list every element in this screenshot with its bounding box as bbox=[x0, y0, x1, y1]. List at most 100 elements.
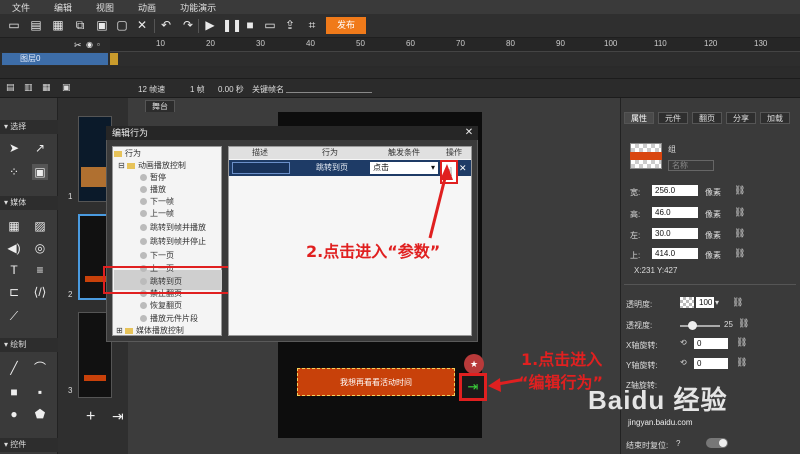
grid-icon[interactable]: ▦ bbox=[6, 218, 22, 234]
tab-share[interactable]: 分享 bbox=[726, 112, 756, 124]
publish-button[interactable]: 发布 bbox=[326, 17, 366, 34]
tree-item[interactable]: 跳转到帧并播放 bbox=[140, 222, 206, 233]
link-icon[interactable]: ⛓ bbox=[734, 185, 745, 196]
undo-icon[interactable]: ↶ bbox=[158, 17, 174, 33]
eye-icon[interactable]: ◉ bbox=[86, 40, 93, 49]
link-icon[interactable]: ⛓ bbox=[732, 297, 743, 308]
group-tool-icon[interactable]: ▣ bbox=[32, 164, 48, 180]
curve-tool-icon[interactable]: ⌒ bbox=[32, 360, 48, 376]
tree-folder-animation[interactable]: ⊟ 动画播放控制 bbox=[118, 160, 186, 171]
yrot-field[interactable]: 0 bbox=[694, 358, 728, 369]
menu-animation[interactable]: 动画 bbox=[138, 1, 156, 14]
blur-slider-knob[interactable] bbox=[688, 321, 697, 330]
menu-demo[interactable]: 功能演示 bbox=[180, 1, 216, 14]
code-icon[interactable]: ⟨/⟩ bbox=[32, 284, 48, 300]
stop-icon[interactable]: ■ bbox=[242, 17, 258, 33]
reset-toggle[interactable] bbox=[706, 438, 728, 448]
menu-file[interactable]: 文件 bbox=[12, 1, 30, 14]
menu-edit[interactable]: 编辑 bbox=[54, 1, 72, 14]
dropdown-icon[interactable]: ▾ bbox=[715, 298, 719, 307]
sound-icon[interactable]: ◀) bbox=[6, 240, 22, 256]
layer-name[interactable]: 图层0 bbox=[2, 53, 108, 65]
scissors-icon[interactable]: ✂ bbox=[74, 40, 82, 51]
chart-icon[interactable]: ⟋ bbox=[6, 308, 22, 324]
board-icon[interactable]: ⊏ bbox=[6, 284, 22, 300]
left-field[interactable]: 30.0 bbox=[652, 228, 698, 239]
menu-view[interactable]: 视图 bbox=[96, 1, 114, 14]
new-file-icon[interactable]: ▭ bbox=[6, 17, 22, 33]
tab-load[interactable]: 加载 bbox=[760, 112, 790, 124]
frame-icon[interactable]: ▣ bbox=[62, 82, 71, 93]
pen-tool-icon[interactable]: ↗ bbox=[32, 140, 48, 156]
delete-icon[interactable]: ✕ bbox=[134, 17, 150, 33]
tree-item[interactable]: 上一帧 bbox=[140, 208, 174, 219]
save-icon[interactable]: ▦ bbox=[50, 17, 66, 33]
redo-icon[interactable]: ↷ bbox=[180, 17, 196, 33]
section-media[interactable]: ▾ 媒体 bbox=[0, 196, 58, 210]
width-field[interactable]: 256.0 bbox=[652, 185, 698, 196]
arrow-tool-icon[interactable]: ➤ bbox=[6, 140, 22, 156]
clipboard-icon[interactable]: ▢ bbox=[114, 17, 130, 33]
link-icon[interactable]: ⛓ bbox=[734, 207, 745, 218]
tree-item[interactable]: 播放元件片段 bbox=[140, 313, 198, 324]
open-icon[interactable]: ▤ bbox=[28, 17, 44, 33]
copy-icon[interactable]: ⧉ bbox=[72, 17, 88, 33]
import-page-icon[interactable]: ⇥ bbox=[112, 408, 124, 425]
paragraph-icon[interactable]: ≡ bbox=[32, 262, 48, 278]
line-tool-icon[interactable]: ╱ bbox=[6, 360, 22, 376]
height-field[interactable]: 46.0 bbox=[652, 207, 698, 218]
section-control[interactable]: ▾ 控件 bbox=[0, 438, 58, 452]
tree-item[interactable]: 跳转到帧并停止 bbox=[140, 236, 206, 247]
delete-row-icon[interactable]: ✕ bbox=[459, 162, 469, 174]
lock-icon[interactable]: ▫ bbox=[97, 40, 100, 49]
pause-icon[interactable]: ❚❚ bbox=[222, 17, 242, 33]
film-icon[interactable]: ◎ bbox=[32, 240, 48, 256]
delete-layer-icon[interactable]: ▦ bbox=[42, 82, 51, 93]
link-icon[interactable]: ⛓ bbox=[736, 337, 747, 348]
preview-icon[interactable]: ▭ bbox=[262, 17, 278, 33]
paste-icon[interactable]: ▣ bbox=[94, 17, 110, 33]
description-input[interactable] bbox=[232, 162, 290, 174]
link-icon[interactable]: ⛓ bbox=[734, 228, 745, 239]
grid-tool-icon[interactable]: ⁘ bbox=[6, 164, 22, 180]
close-icon[interactable]: ✕ bbox=[462, 126, 476, 140]
tree-folder-media[interactable]: ⊞ 媒体播放控制 bbox=[116, 325, 184, 336]
rounded-rect-icon[interactable]: ▪ bbox=[32, 384, 48, 400]
tree-item[interactable]: 暂停 bbox=[140, 172, 166, 183]
blur-slider[interactable] bbox=[680, 325, 720, 327]
tree-item[interactable]: 下一帧 bbox=[140, 196, 174, 207]
tab-properties[interactable]: 属性 bbox=[624, 112, 654, 124]
stage-tab[interactable]: 舞台 bbox=[145, 100, 175, 112]
image-icon[interactable]: ▨ bbox=[32, 218, 48, 234]
keyframe-block[interactable] bbox=[110, 53, 118, 65]
circle-tool-icon[interactable]: ● bbox=[6, 406, 22, 422]
add-page-icon[interactable]: + bbox=[86, 408, 95, 426]
play-icon[interactable]: ▶ bbox=[202, 17, 218, 33]
params-button-hand-icon[interactable]: ☝ bbox=[440, 160, 458, 184]
rect-tool-icon[interactable]: ■ bbox=[6, 384, 22, 400]
edit-behavior-icon[interactable]: ⇥ bbox=[459, 373, 487, 401]
help-icon[interactable]: ? bbox=[676, 439, 680, 448]
link-icon[interactable]: ⛓ bbox=[738, 318, 749, 329]
link-icon[interactable]: ⛓ bbox=[734, 248, 745, 259]
trigger-select[interactable]: 点击 ▾ bbox=[370, 162, 438, 174]
tree-item[interactable]: 播放 bbox=[140, 184, 166, 195]
link-icon[interactable]: ⛓ bbox=[736, 357, 747, 368]
folder-icon[interactable]: ▥ bbox=[24, 82, 33, 93]
js-icon[interactable]: ⌗ bbox=[304, 17, 320, 33]
text-tool-icon[interactable]: T bbox=[6, 262, 22, 278]
top-field[interactable]: 414.0 bbox=[652, 248, 698, 259]
pentagon-tool-icon[interactable]: ⬟ bbox=[32, 406, 48, 422]
keyframe-name-input[interactable] bbox=[286, 92, 372, 93]
tree-root[interactable]: 行为 bbox=[114, 148, 141, 159]
name-input[interactable]: 名称 bbox=[668, 160, 714, 171]
timeline-ruler[interactable]: 10 20 30 40 50 60 70 80 90 100 110 120 1… bbox=[110, 38, 800, 52]
section-draw[interactable]: ▾ 绘制 bbox=[0, 338, 58, 352]
xrot-field[interactable]: 0 bbox=[694, 338, 728, 349]
tree-item[interactable]: 恢复翻页 bbox=[140, 300, 182, 311]
section-select[interactable]: ▾ 选择 bbox=[0, 120, 58, 134]
opacity-field[interactable]: 100 bbox=[696, 297, 714, 308]
tab-pageflip[interactable]: 翻页 bbox=[692, 112, 722, 124]
share-icon[interactable]: ⇪ bbox=[282, 17, 298, 33]
tree-item[interactable]: 下一页 bbox=[140, 250, 174, 261]
